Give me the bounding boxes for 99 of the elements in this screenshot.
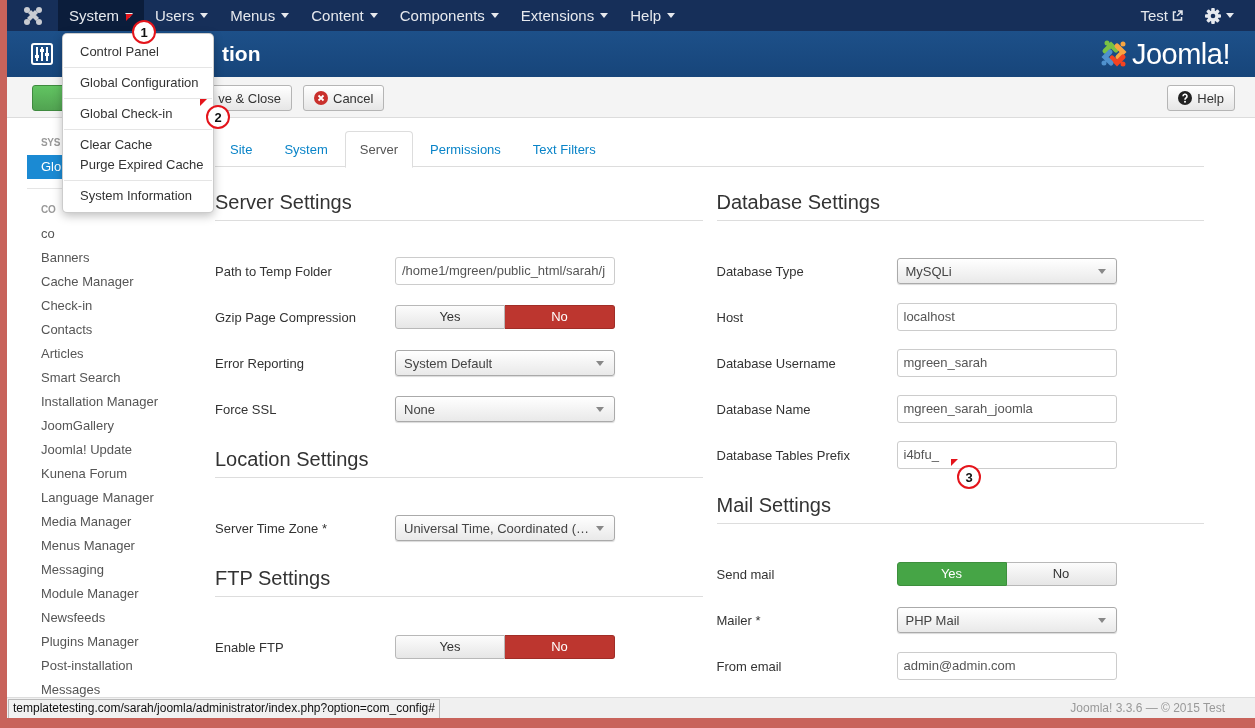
sidebar-item[interactable]: co	[27, 222, 200, 246]
text-field[interactable]: mgreen_sarah_joomla	[896, 395, 1117, 423]
toggle-option[interactable]: No	[1006, 562, 1117, 586]
external-link-icon	[1172, 10, 1183, 21]
menu-item[interactable]: Help	[630, 7, 676, 24]
menu-item[interactable]: Components	[399, 7, 499, 24]
menu-item[interactable]: Extensions	[520, 7, 609, 24]
caret-icon	[596, 360, 604, 366]
dropdown-item[interactable]: System Information	[80, 188, 192, 204]
dropdown-item[interactable]: Clear Cache	[80, 137, 153, 153]
caret-icon	[596, 525, 604, 531]
caret-icon	[369, 13, 378, 18]
sidebar-item[interactable]: Media Manager	[27, 510, 200, 534]
select-field[interactable]: System Default	[395, 350, 615, 376]
menu-item[interactable]: Users	[155, 7, 209, 24]
menu-item[interactable]: Menus	[230, 7, 290, 24]
text-field[interactable]: /home1/mgreen/public_html/sarah/j	[395, 257, 615, 285]
select-field[interactable]: Universal Time, Coordinated (…	[395, 515, 615, 541]
sidebar-item[interactable]: Menus Manager	[27, 534, 200, 558]
section-heading: Mail Settings	[716, 488, 1204, 524]
sidebar-item[interactable]: Module Manager	[27, 582, 200, 606]
field-label: Path to Temp Folder	[215, 263, 333, 279]
caret-icon	[1097, 617, 1106, 623]
select-field[interactable]: None	[395, 396, 615, 422]
menu-item[interactable]: Content	[311, 7, 378, 24]
tab[interactable]: Permissions	[415, 131, 516, 167]
section-heading: FTP Settings	[215, 561, 703, 597]
toggle-option[interactable]: No	[505, 635, 615, 659]
text-field[interactable]: mgreen_sarah	[896, 349, 1117, 377]
sidebar-item[interactable]: Smart Search	[27, 366, 200, 390]
tab[interactable]: System	[269, 131, 343, 167]
dropdown-item[interactable]: Control Panel	[80, 44, 159, 60]
field-label: Database Username	[716, 355, 837, 371]
sidebar-item[interactable]: Kunena Forum	[27, 462, 200, 486]
brand-name: Joomla!	[1131, 37, 1230, 71]
field-label: Enable FTP	[215, 639, 285, 655]
field-label: Error Reporting	[215, 355, 305, 371]
field-label: Database Name	[716, 401, 812, 417]
sidebar-item[interactable]: Cache Manager	[27, 270, 200, 294]
sidebar-heading: SYS	[41, 136, 61, 150]
sidebar-item[interactable]: Banners	[27, 246, 200, 270]
toggle-option[interactable]: Yes	[395, 635, 505, 659]
status-url: templatetesting.com/sarah/joomla/administrator/index.php?option=com_config#	[8, 699, 440, 718]
field-label: Send mail	[716, 566, 776, 582]
caret-icon	[596, 406, 604, 412]
text-field[interactable]: i4bfu_	[896, 441, 1117, 469]
tab[interactable]: Text Filters	[517, 131, 611, 167]
caret-icon	[600, 13, 609, 18]
field-label: Database Type	[716, 263, 805, 279]
footer-text: Joomla! 3.3.6 — © 2015 Test	[1070, 701, 1225, 715]
section-heading: Database Settings	[716, 185, 1204, 221]
dropdown-item[interactable]: Global Configuration	[80, 75, 199, 91]
field-label: Host	[716, 309, 745, 325]
cancel-icon	[314, 91, 328, 105]
sidebar-item[interactable]: Contacts	[27, 318, 200, 342]
field-label: From email	[716, 658, 783, 674]
caret-icon	[490, 13, 499, 18]
settings-icon	[1205, 7, 1221, 24]
help-icon	[1178, 91, 1193, 105]
select-field[interactable]: PHP Mail	[896, 607, 1117, 633]
caret-icon	[667, 13, 676, 18]
sidebar-item[interactable]: Messaging	[27, 558, 200, 582]
caret-icon	[200, 13, 209, 18]
sidebar-item[interactable]: JoomGallery	[27, 414, 200, 438]
field-label: Mailer *	[716, 612, 762, 628]
sidebar-item[interactable]: Plugins Manager	[27, 630, 200, 654]
caret-icon	[281, 13, 290, 18]
sidebar-item[interactable]: Newsfeeds	[27, 606, 200, 630]
section-heading: Location Settings	[215, 442, 703, 478]
select-field[interactable]: MySQLi	[896, 258, 1117, 284]
caret-icon	[1097, 268, 1106, 274]
tab[interactable]: Site	[215, 131, 268, 167]
user-link[interactable]: Test	[1140, 7, 1183, 24]
sidebar-item[interactable]: Language Manager	[27, 486, 200, 510]
sidebar-item[interactable]: Installation Manager	[27, 390, 200, 414]
cancel-button[interactable]: Cancel	[303, 85, 385, 111]
tab[interactable]: Server	[344, 131, 414, 168]
sidebar-item[interactable]: Check-in	[27, 294, 200, 318]
help-button[interactable]: Help	[1167, 85, 1235, 111]
caret-icon	[1226, 13, 1234, 18]
sidebar-heading: CO	[41, 203, 56, 217]
sidebar-item[interactable]: Articles	[27, 342, 200, 366]
text-field[interactable]: localhost	[896, 303, 1117, 331]
sidebar-item[interactable]: Post-installation Messages	[27, 654, 200, 697]
field-label: Force SSL	[215, 401, 278, 417]
sliders-icon	[31, 43, 53, 65]
dropdown-item[interactable]: Global Check-in	[80, 106, 173, 122]
text-field[interactable]: admin@admin.com	[896, 652, 1117, 680]
section-heading: Server Settings	[215, 185, 703, 221]
field-label: Server Time Zone *	[215, 520, 328, 536]
toggle-option[interactable]: No	[505, 305, 615, 329]
toggle-option[interactable]: Yes	[395, 305, 505, 329]
field-label: Database Tables Prefix	[716, 447, 851, 463]
dropdown-item[interactable]: Purge Expired Cache	[80, 157, 204, 173]
sidebar-item[interactable]: Joomla! Update	[27, 438, 200, 462]
page-title: tion	[222, 42, 261, 66]
logo-icon[interactable]	[22, 5, 43, 26]
settings-menu[interactable]	[1205, 7, 1234, 24]
field-label: Gzip Page Compression	[215, 309, 357, 325]
